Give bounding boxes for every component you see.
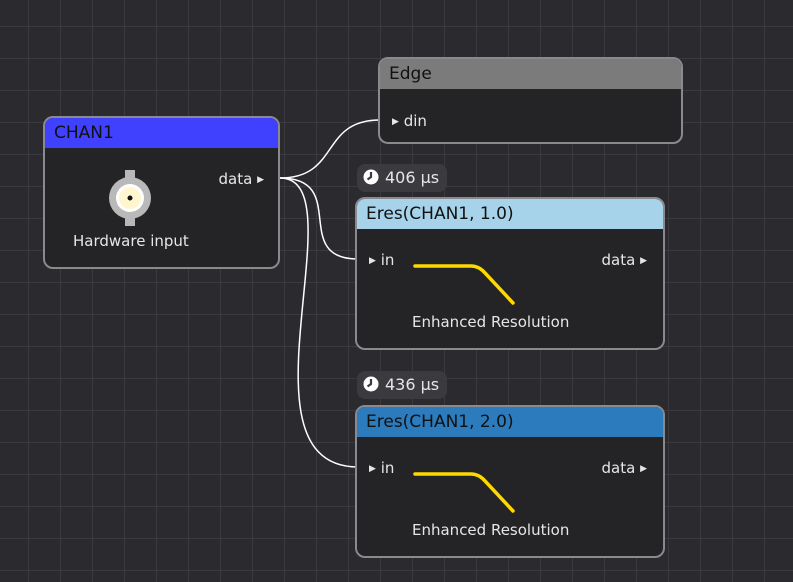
eres1-node-header[interactable]: Eres(CHAN1, 1.0) bbox=[357, 199, 663, 229]
eres2-input-port[interactable]: ▶ in bbox=[369, 459, 394, 477]
edge-node-header[interactable]: Edge bbox=[380, 59, 681, 89]
eres1-node[interactable]: Eres(CHAN1, 1.0) ▶ in data ▶ Enhanced Re… bbox=[355, 197, 665, 350]
eres1-input-label: in bbox=[380, 251, 395, 269]
eres1-output-port[interactable]: data ▶ bbox=[602, 251, 648, 269]
eres2-input-label: in bbox=[380, 459, 395, 477]
lowpass-filter-icon bbox=[413, 472, 515, 513]
lowpass-filter-icon bbox=[413, 264, 515, 305]
chan1-caption: Hardware input bbox=[73, 232, 189, 250]
eres1-output-label: data bbox=[601, 251, 636, 269]
output-arrow-icon: ▶ bbox=[640, 256, 647, 266]
eres2-timing-badge: 436 µs bbox=[357, 371, 448, 399]
chan1-output-port[interactable]: data ▶ bbox=[219, 170, 265, 188]
wire-chan1-to-eres1[interactable] bbox=[279, 177, 359, 260]
eres1-timing-text: 406 µs bbox=[385, 168, 440, 187]
eres2-caption: Enhanced Resolution bbox=[412, 521, 570, 539]
chan1-node-header[interactable]: CHAN1 bbox=[45, 118, 278, 148]
eres1-input-port[interactable]: ▶ in bbox=[369, 251, 394, 269]
eres2-output-port[interactable]: data ▶ bbox=[602, 459, 648, 477]
input-arrow-icon: ▶ bbox=[369, 464, 376, 474]
chan1-output-label: data bbox=[218, 170, 253, 188]
input-arrow-icon: ▶ bbox=[369, 256, 376, 266]
wire-chan1-to-eres2[interactable] bbox=[279, 177, 359, 468]
eres2-node-header[interactable]: Eres(CHAN1, 2.0) bbox=[357, 407, 663, 437]
eres2-output-label: data bbox=[601, 459, 636, 477]
edge-input-label: din bbox=[403, 112, 427, 130]
output-arrow-icon: ▶ bbox=[257, 175, 264, 185]
eres1-caption: Enhanced Resolution bbox=[412, 313, 570, 331]
output-arrow-icon: ▶ bbox=[640, 464, 647, 474]
edge-input-port[interactable]: ▶ din bbox=[392, 112, 427, 130]
eres2-node[interactable]: Eres(CHAN1, 2.0) ▶ in data ▶ Enhanced Re… bbox=[355, 405, 665, 558]
chan1-node[interactable]: CHAN1 Hardware input data ▶ bbox=[43, 116, 280, 269]
bnc-connector-icon bbox=[109, 170, 151, 226]
clock-icon bbox=[363, 376, 379, 392]
edge-node[interactable]: Edge ▶ din bbox=[378, 57, 683, 144]
eres2-timing-text: 436 µs bbox=[385, 375, 440, 394]
eres1-timing-badge: 406 µs bbox=[357, 164, 448, 192]
input-arrow-icon: ▶ bbox=[392, 117, 399, 127]
clock-icon bbox=[363, 169, 379, 185]
